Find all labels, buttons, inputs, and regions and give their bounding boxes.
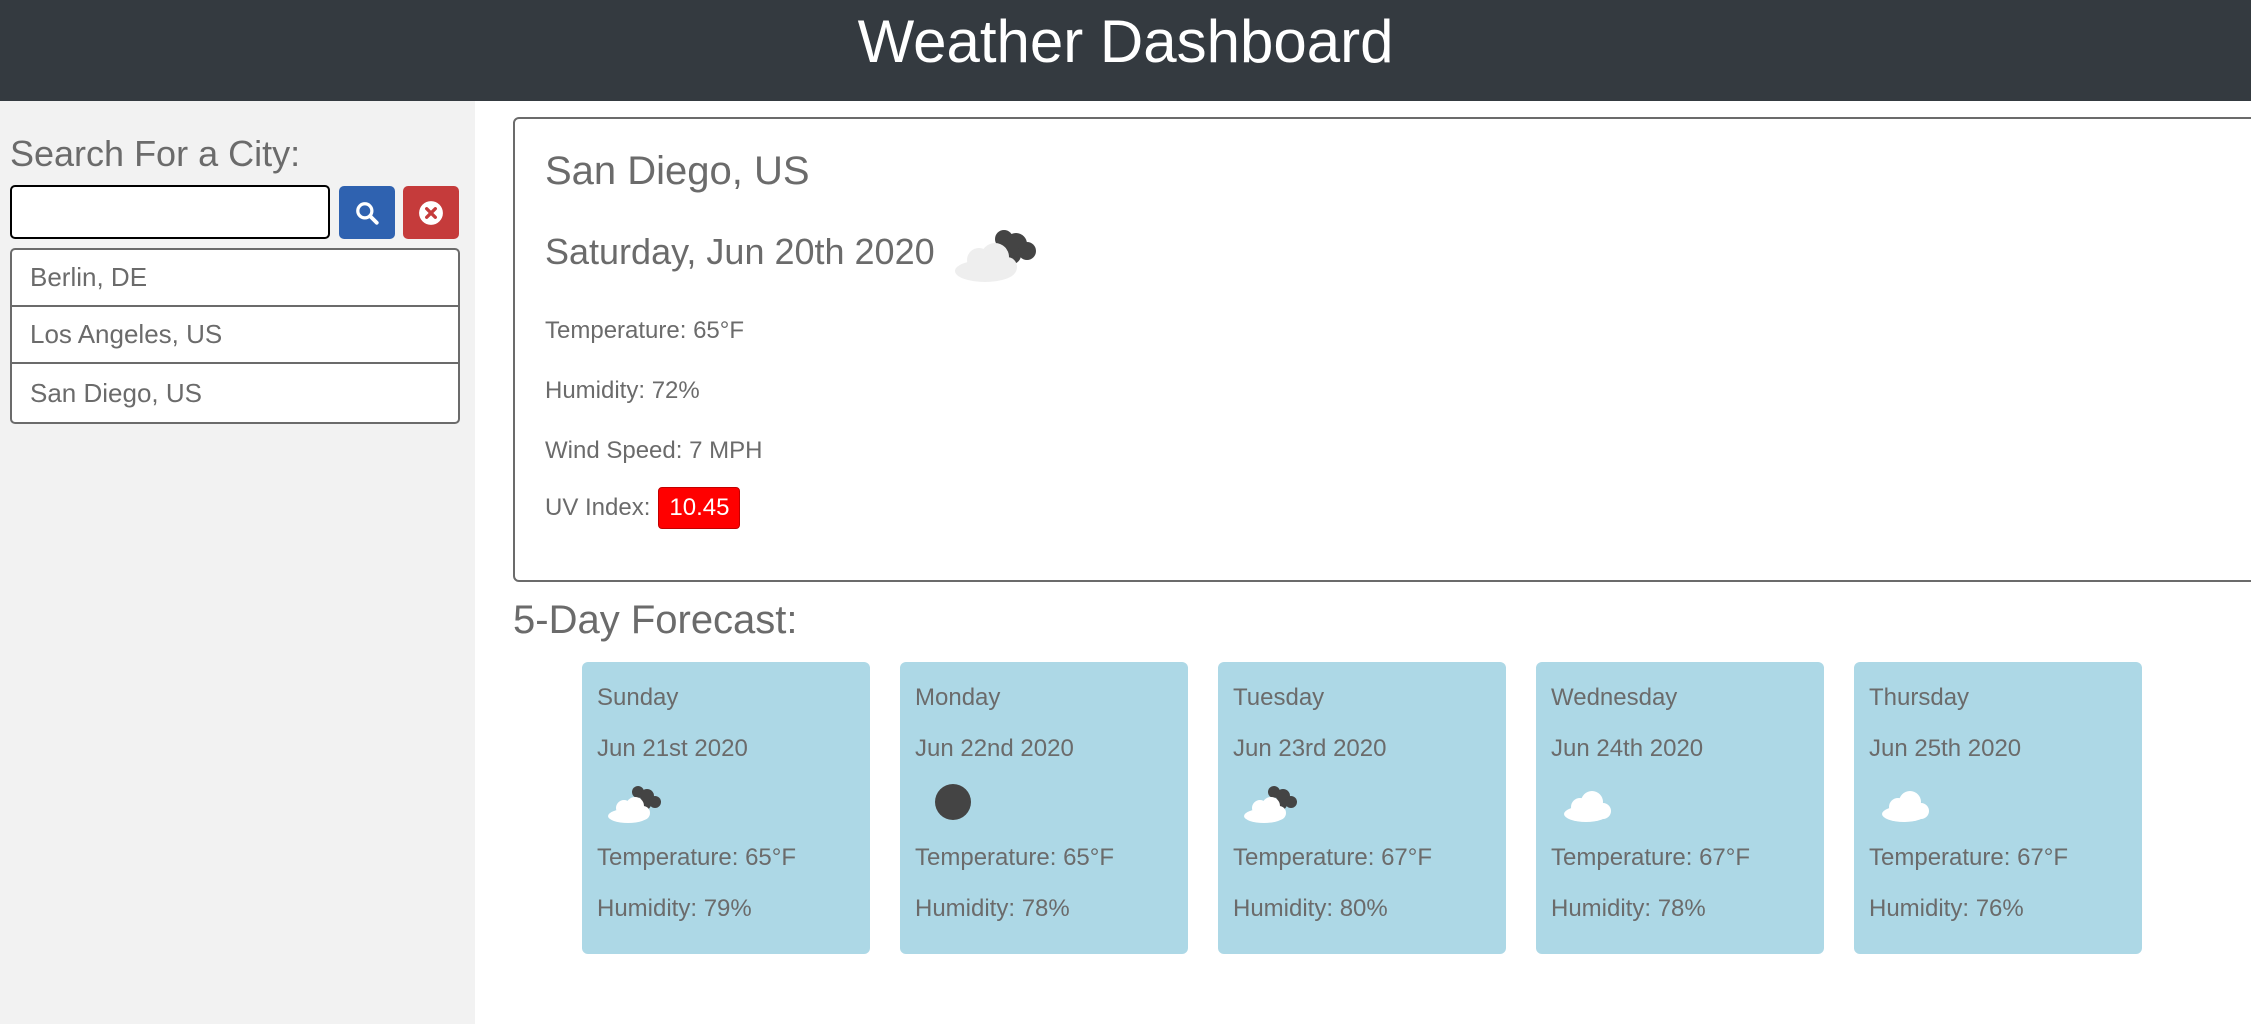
- forecast-title: 5-Day Forecast:: [513, 598, 798, 642]
- current-weather-card: San Diego, US Saturday, Jun 20th 2020 Te…: [513, 117, 2251, 582]
- uv-index-label: UV Index:: [545, 494, 651, 521]
- current-city: San Diego, US: [545, 149, 810, 193]
- search-button[interactable]: [339, 186, 395, 239]
- search-icon: [356, 201, 379, 225]
- current-humidity: Humidity: 72%: [545, 377, 700, 404]
- city-search-input[interactable]: [10, 185, 330, 239]
- clear-history-button[interactable]: [403, 186, 459, 239]
- history-item-san-diego[interactable]: San Diego, US: [12, 364, 458, 422]
- cloud-icon: [1882, 791, 1929, 822]
- forecast-day: Tuesday: [1233, 684, 1325, 711]
- history-item-label: Los Angeles, US: [30, 319, 223, 349]
- app-header: Weather Dashboard: [0, 0, 2251, 101]
- forecast-humidity: Humidity: 78%: [915, 895, 1070, 922]
- close-circle-icon: [419, 200, 443, 225]
- forecast-day: Sunday: [597, 684, 679, 711]
- uv-index-row: UV Index: 10.45: [545, 487, 741, 529]
- forecast-card: Wednesday Jun 24th 2020 Temperature: 67°…: [1536, 662, 1824, 954]
- forecast-date: Jun 25th 2020: [1869, 735, 2022, 762]
- forecast-temperature: Temperature: 65°F: [597, 844, 797, 871]
- clear-night-icon: [935, 784, 971, 820]
- forecast-temperature: Temperature: 67°F: [1869, 844, 2069, 871]
- forecast-humidity: Humidity: 80%: [1233, 895, 1388, 922]
- search-title: Search For a City:: [10, 133, 301, 174]
- forecast-temperature: Temperature: 67°F: [1233, 844, 1433, 871]
- uv-index-badge: 10.45: [658, 487, 741, 529]
- page-title: Weather Dashboard: [857, 7, 1394, 75]
- partly-cloudy-night-icon: [1244, 786, 1297, 823]
- forecast-day: Monday: [915, 684, 1001, 711]
- cloud-icon: [1564, 791, 1611, 822]
- history-item-los-angeles[interactable]: Los Angeles, US: [12, 307, 458, 364]
- sidebar: Search For a City:: [0, 101, 475, 1024]
- forecast-card: Sunday Jun 21st 2020 Temperature: 65°F H…: [582, 662, 870, 954]
- history-item-berlin[interactable]: Berlin, DE: [12, 250, 458, 307]
- forecast-day: Thursday: [1869, 684, 1970, 711]
- forecast-row: Sunday Jun 21st 2020 Temperature: 65°F H…: [582, 662, 2142, 954]
- history-item-label: San Diego, US: [30, 377, 202, 408]
- history-item-label: Berlin, DE: [30, 262, 148, 292]
- forecast-humidity: Humidity: 79%: [597, 895, 752, 922]
- forecast-day: Wednesday: [1551, 684, 1678, 711]
- forecast-temperature: Temperature: 65°F: [915, 844, 1115, 871]
- search-history-list: Berlin, DE Los Angeles, US San Diego, US: [10, 248, 460, 424]
- forecast-date: Jun 24th 2020: [1551, 735, 1704, 762]
- forecast-date: Jun 21st 2020: [597, 735, 748, 762]
- forecast-date: Jun 23rd 2020: [1233, 735, 1387, 762]
- partly-cloudy-night-icon: [955, 230, 1036, 282]
- forecast-date: Jun 22nd 2020: [915, 735, 1074, 762]
- forecast-humidity: Humidity: 76%: [1869, 895, 2024, 922]
- current-temperature: Temperature: 65°F: [545, 317, 745, 344]
- forecast-card: Thursday Jun 25th 2020 Temperature: 67°F…: [1854, 662, 2142, 954]
- partly-cloudy-night-icon: [608, 786, 661, 823]
- current-wind-speed: Wind Speed: 7 MPH: [545, 437, 763, 464]
- forecast-temperature: Temperature: 67°F: [1551, 844, 1751, 871]
- forecast-humidity: Humidity: 78%: [1551, 895, 1706, 922]
- current-date: Saturday, Jun 20th 2020: [545, 231, 935, 272]
- forecast-card: Tuesday Jun 23rd 2020 Temperature: 67°F …: [1218, 662, 1506, 954]
- forecast-card: Monday Jun 22nd 2020 Temperature: 65°F H…: [900, 662, 1188, 954]
